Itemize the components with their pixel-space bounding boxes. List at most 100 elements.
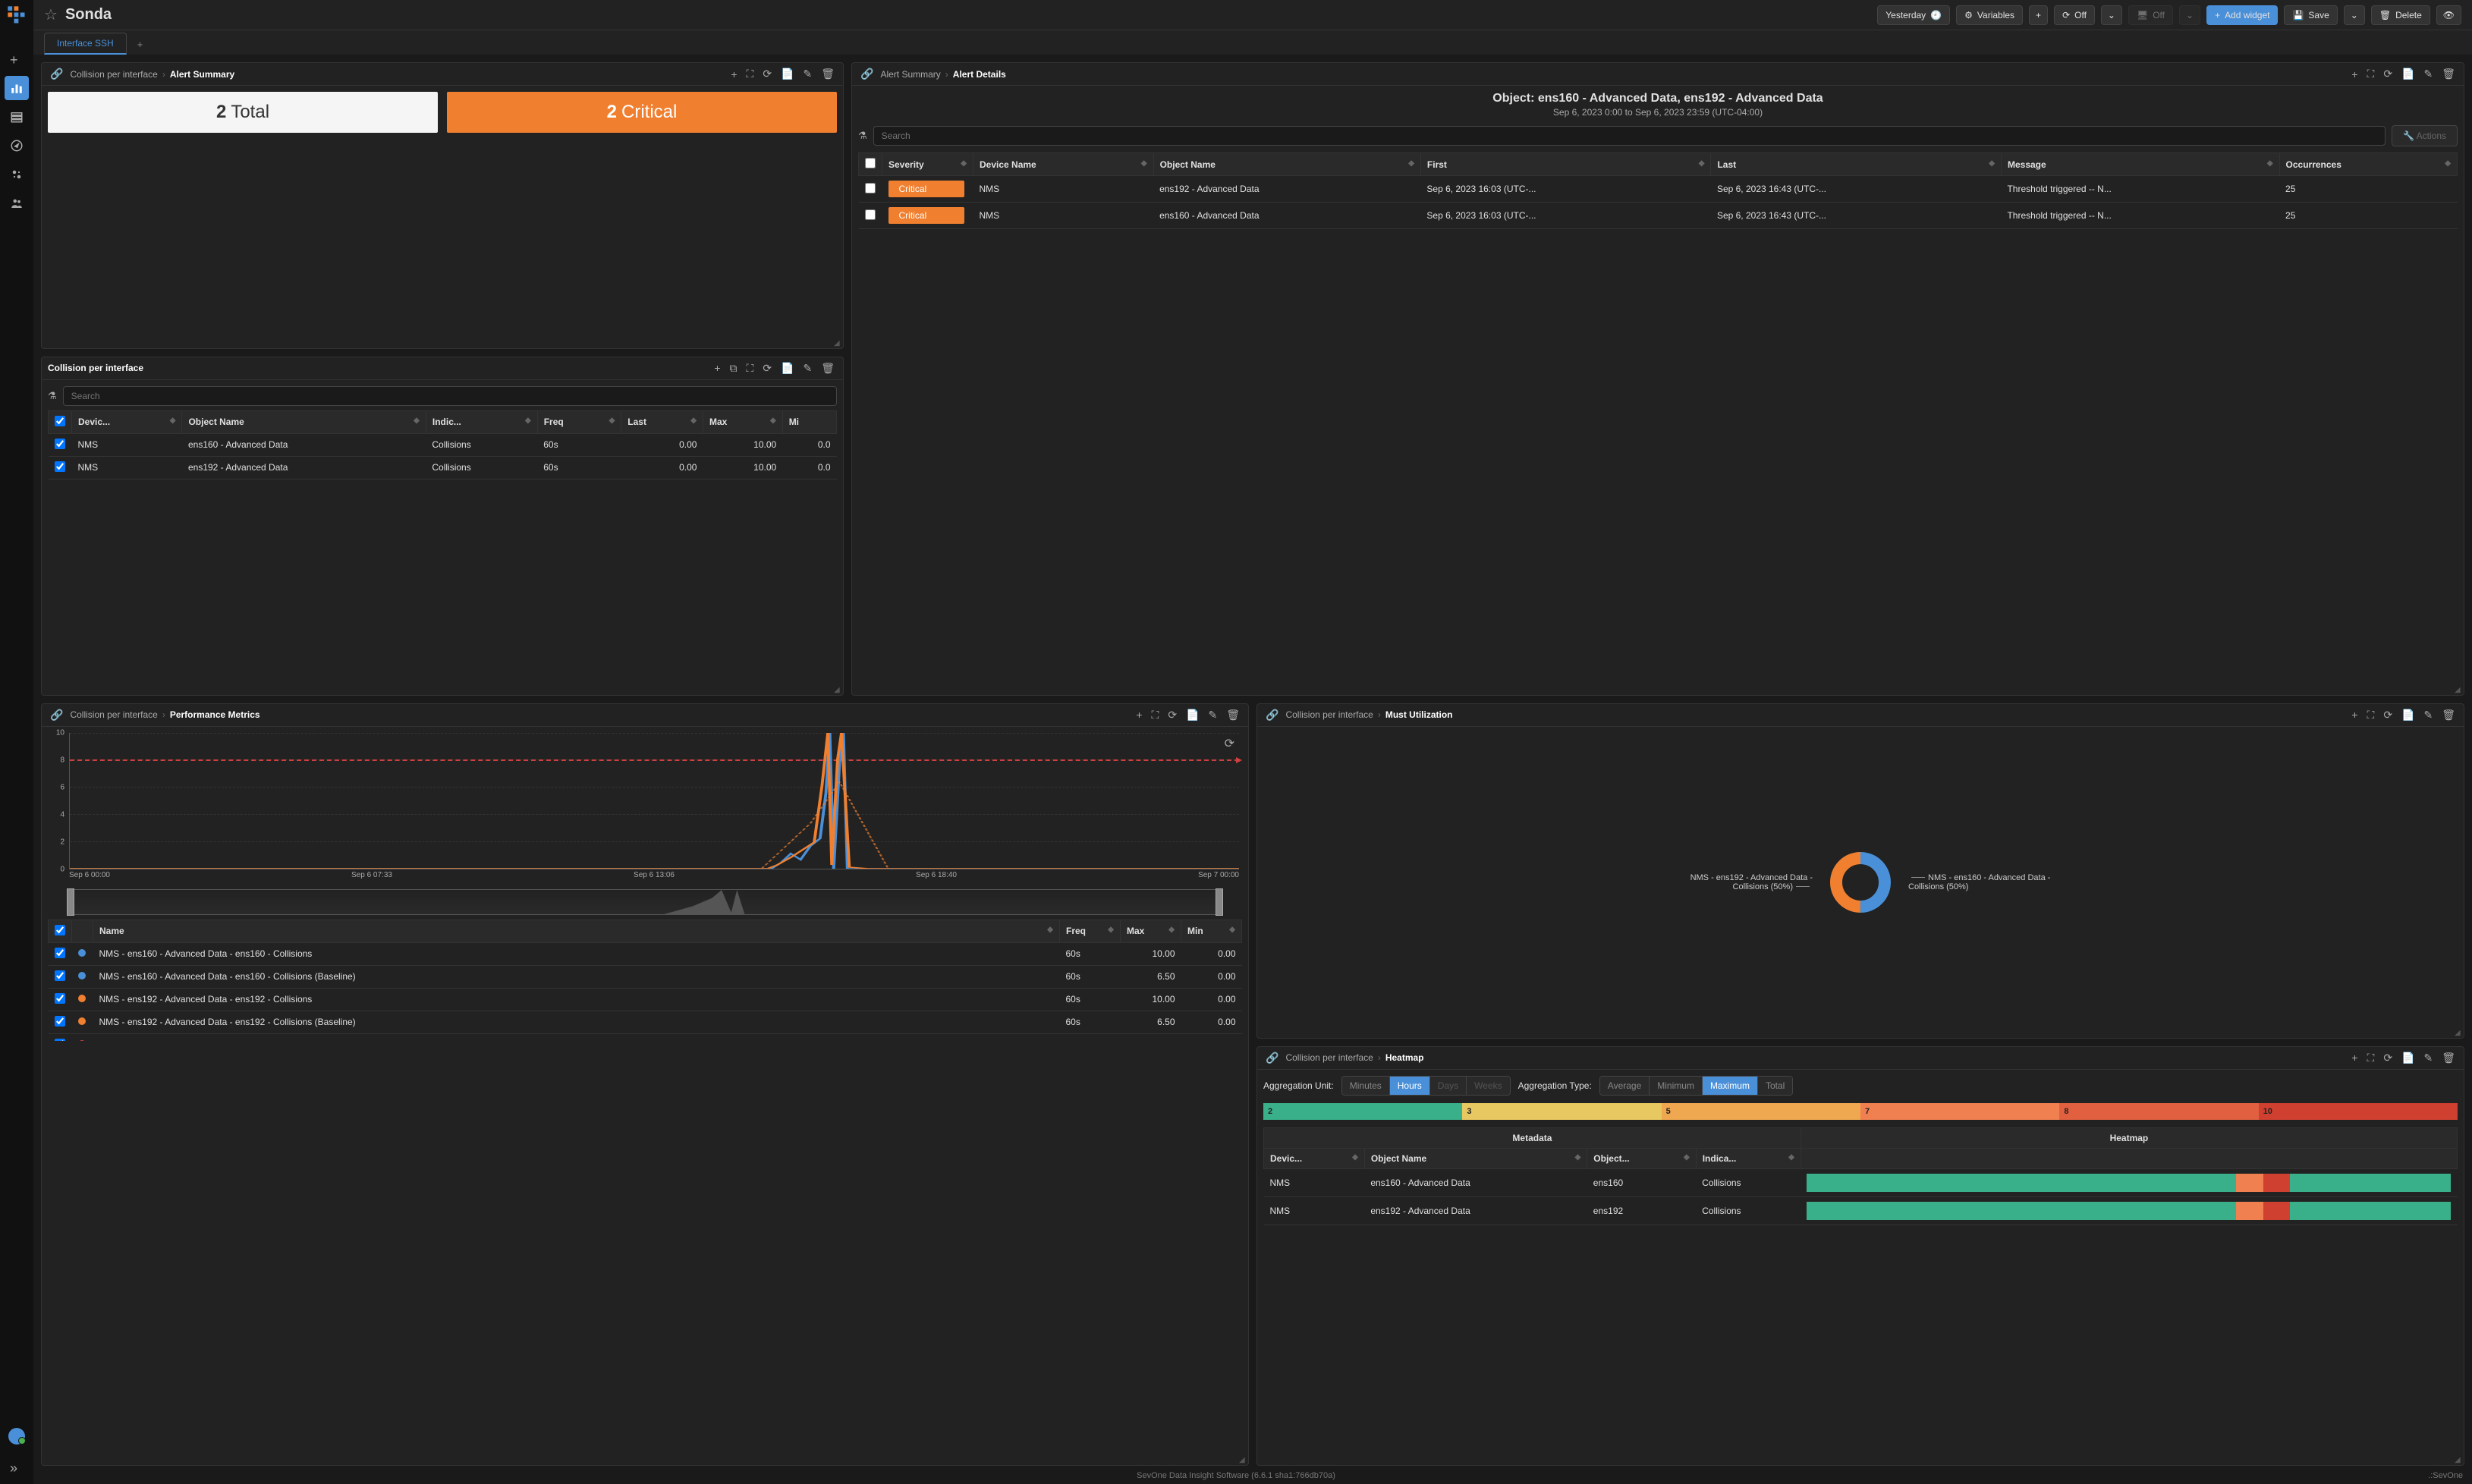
table-row[interactable]: NMS - ens192 - Advanced Data - ens192 - … — [49, 988, 1242, 1011]
agg-unit-minutes[interactable]: Minutes — [1342, 1077, 1390, 1095]
link-icon[interactable]: 🔗 — [48, 707, 65, 723]
table-row[interactable]: CriticalNMSens192 - Advanced DataSep 6, … — [859, 176, 2458, 203]
add-icon[interactable]: + — [2349, 707, 2360, 722]
filter-icon[interactable]: ⚗ — [858, 130, 867, 142]
save-button[interactable]: 💾Save — [2284, 5, 2337, 25]
edit-icon[interactable]: ✎ — [2421, 1050, 2435, 1066]
collision-search-input[interactable] — [63, 386, 837, 406]
delete-icon[interactable]: 🗑 — [2439, 66, 2458, 82]
refresh-icon[interactable]: ⟳ — [760, 360, 774, 376]
nav-add-icon[interactable]: + — [5, 47, 29, 71]
refresh-icon[interactable]: ⟳ — [1165, 707, 1179, 723]
save-dropdown-button[interactable]: ⌄ — [2344, 5, 2365, 25]
export-icon[interactable]: 📄 — [2399, 707, 2417, 723]
resize-handle[interactable]: ◢ — [2455, 1456, 2462, 1464]
resize-handle[interactable]: ◢ — [834, 686, 841, 693]
donut-chart[interactable] — [1828, 850, 1893, 915]
popout-icon[interactable]: ⧉ — [728, 360, 740, 376]
performance-chart[interactable]: ⟳ 1086420 Sep 6 00:00Sep 6 07:33Sep 6 13… — [48, 733, 1242, 885]
resize-handle[interactable]: ◢ — [1239, 1456, 1247, 1464]
expand-icon[interactable]: ⛶ — [2365, 1050, 2377, 1066]
resize-handle[interactable]: ◢ — [834, 339, 841, 347]
time-range-button[interactable]: Yesterday🕘 — [1877, 5, 1950, 25]
refresh-icon[interactable]: ⟳ — [760, 66, 774, 82]
expand-sidebar-icon[interactable]: » — [5, 1455, 29, 1479]
add-tab-button[interactable]: + — [130, 34, 151, 55]
resize-handle[interactable]: ◢ — [2455, 686, 2462, 693]
nav-explore-icon[interactable] — [5, 134, 29, 158]
export-icon[interactable]: 📄 — [2399, 1050, 2417, 1066]
refresh-icon[interactable]: ⟳ — [2381, 1050, 2395, 1066]
expand-icon[interactable]: ⛶ — [744, 66, 756, 82]
table-row[interactable]: NMS - ens160 - Advanced Data - ens160 - … — [49, 965, 1242, 988]
favorite-star-icon[interactable]: ☆ — [44, 5, 58, 24]
nav-settings-icon[interactable] — [5, 162, 29, 187]
expand-icon[interactable]: ⛶ — [2365, 707, 2377, 723]
tab-interface-ssh[interactable]: Interface SSH — [44, 33, 127, 55]
export-icon[interactable]: 📄 — [778, 360, 796, 376]
agg-unit-hours[interactable]: Hours — [1390, 1077, 1430, 1095]
view-button[interactable]: 👁 — [2436, 5, 2461, 25]
refresh-icon[interactable]: ⟳ — [2381, 707, 2395, 723]
link-icon[interactable]: 🔗 — [48, 66, 65, 82]
alert-search-input[interactable] — [873, 126, 2386, 146]
agg-type-total[interactable]: Total — [1758, 1077, 1792, 1095]
delete-icon[interactable]: 🗑 — [2439, 1050, 2458, 1066]
export-icon[interactable]: 📄 — [2399, 66, 2417, 82]
delete-icon[interactable]: 🗑 — [819, 360, 837, 376]
agg-type-minimum[interactable]: Minimum — [1650, 1077, 1703, 1095]
delete-icon[interactable]: 🗑 — [819, 66, 837, 82]
variables-button[interactable]: ⚙Variables — [1956, 5, 2023, 25]
critical-tile[interactable]: 2Critical — [447, 92, 837, 133]
export-icon[interactable]: 📄 — [778, 66, 796, 82]
add-variable-button[interactable]: + — [2029, 5, 2048, 25]
add-icon[interactable]: + — [2349, 1050, 2360, 1065]
nav-users-icon[interactable] — [5, 191, 29, 215]
user-avatar[interactable] — [8, 1428, 25, 1445]
refresh-off-button[interactable]: ⟳Off — [2054, 5, 2095, 25]
delete-icon[interactable]: 🗑 — [1224, 707, 1242, 723]
add-icon[interactable]: + — [1134, 707, 1144, 722]
table-row[interactable]: NMS - ens160 - Advanced Data - ens160 - … — [49, 942, 1242, 965]
table-row[interactable]: Goal line 1n/a88 — [49, 1033, 1242, 1041]
actions-button[interactable]: 🔧 Actions — [2392, 125, 2458, 146]
agg-type-maximum[interactable]: Maximum — [1703, 1077, 1758, 1095]
expand-icon[interactable]: ⛶ — [744, 360, 756, 376]
edit-icon[interactable]: ✎ — [800, 360, 814, 376]
agg-type-average[interactable]: Average — [1600, 1077, 1650, 1095]
refresh-dropdown-button[interactable]: ⌄ — [2101, 5, 2122, 25]
table-row[interactable]: NMSens192 - Advanced Dataens192Collision… — [1264, 1196, 2458, 1225]
chart-minimap[interactable] — [69, 889, 1221, 915]
nav-dashboards-icon[interactable] — [5, 76, 29, 100]
expand-icon[interactable]: ⛶ — [1150, 707, 1162, 723]
delete-button[interactable]: 🗑Delete — [2371, 5, 2430, 25]
export-icon[interactable]: 📄 — [1184, 707, 1201, 723]
agg-unit-days[interactable]: Days — [1430, 1077, 1467, 1095]
edit-icon[interactable]: ✎ — [800, 66, 814, 82]
table-row[interactable]: CriticalNMSens160 - Advanced DataSep 6, … — [859, 203, 2458, 229]
table-row[interactable]: NMSens160 - Advanced Dataens160Collision… — [1264, 1168, 2458, 1196]
edit-icon[interactable]: ✎ — [1206, 707, 1219, 723]
expand-icon[interactable]: ⛶ — [2365, 66, 2377, 82]
select-all-checkbox[interactable] — [55, 925, 65, 935]
edit-icon[interactable]: ✎ — [2421, 707, 2435, 723]
add-icon[interactable]: + — [728, 67, 739, 82]
link-icon[interactable]: 🔗 — [1263, 707, 1281, 723]
nav-browse-icon[interactable] — [5, 105, 29, 129]
agg-unit-weeks[interactable]: Weeks — [1467, 1077, 1509, 1095]
table-row[interactable]: NMSens192 - Advanced DataCollisions60s0.… — [49, 456, 837, 479]
link-icon[interactable]: 🔗 — [858, 66, 876, 82]
add-icon[interactable]: + — [2349, 67, 2360, 82]
table-row[interactable]: NMSens160 - Advanced DataCollisions60s0.… — [49, 433, 837, 456]
table-row[interactable]: NMS - ens192 - Advanced Data - ens192 - … — [49, 1011, 1242, 1033]
filter-icon[interactable]: ⚗ — [48, 390, 57, 402]
resize-handle[interactable]: ◢ — [2455, 1029, 2462, 1036]
refresh-icon[interactable]: ⟳ — [2381, 66, 2395, 82]
add-widget-button[interactable]: +Add widget — [2206, 5, 2278, 25]
select-all-checkbox[interactable] — [55, 416, 65, 426]
add-icon[interactable]: + — [712, 360, 722, 376]
delete-icon[interactable]: 🗑 — [2439, 707, 2458, 723]
link-icon[interactable]: 🔗 — [1263, 1050, 1281, 1066]
total-tile[interactable]: 2Total — [48, 92, 438, 133]
select-all-checkbox[interactable] — [865, 158, 876, 168]
